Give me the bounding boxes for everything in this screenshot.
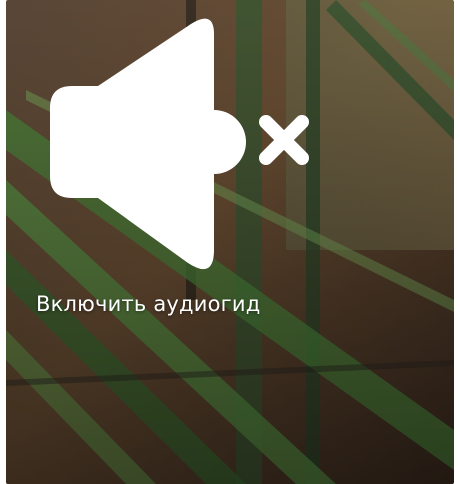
mute-toggle-button[interactable] [36, 18, 326, 273]
audio-guide-panel: Включить аудиогид [6, 0, 454, 484]
audio-guide-label[interactable]: Включить аудиогид [36, 292, 260, 316]
speaker-muted-icon [50, 18, 309, 270]
